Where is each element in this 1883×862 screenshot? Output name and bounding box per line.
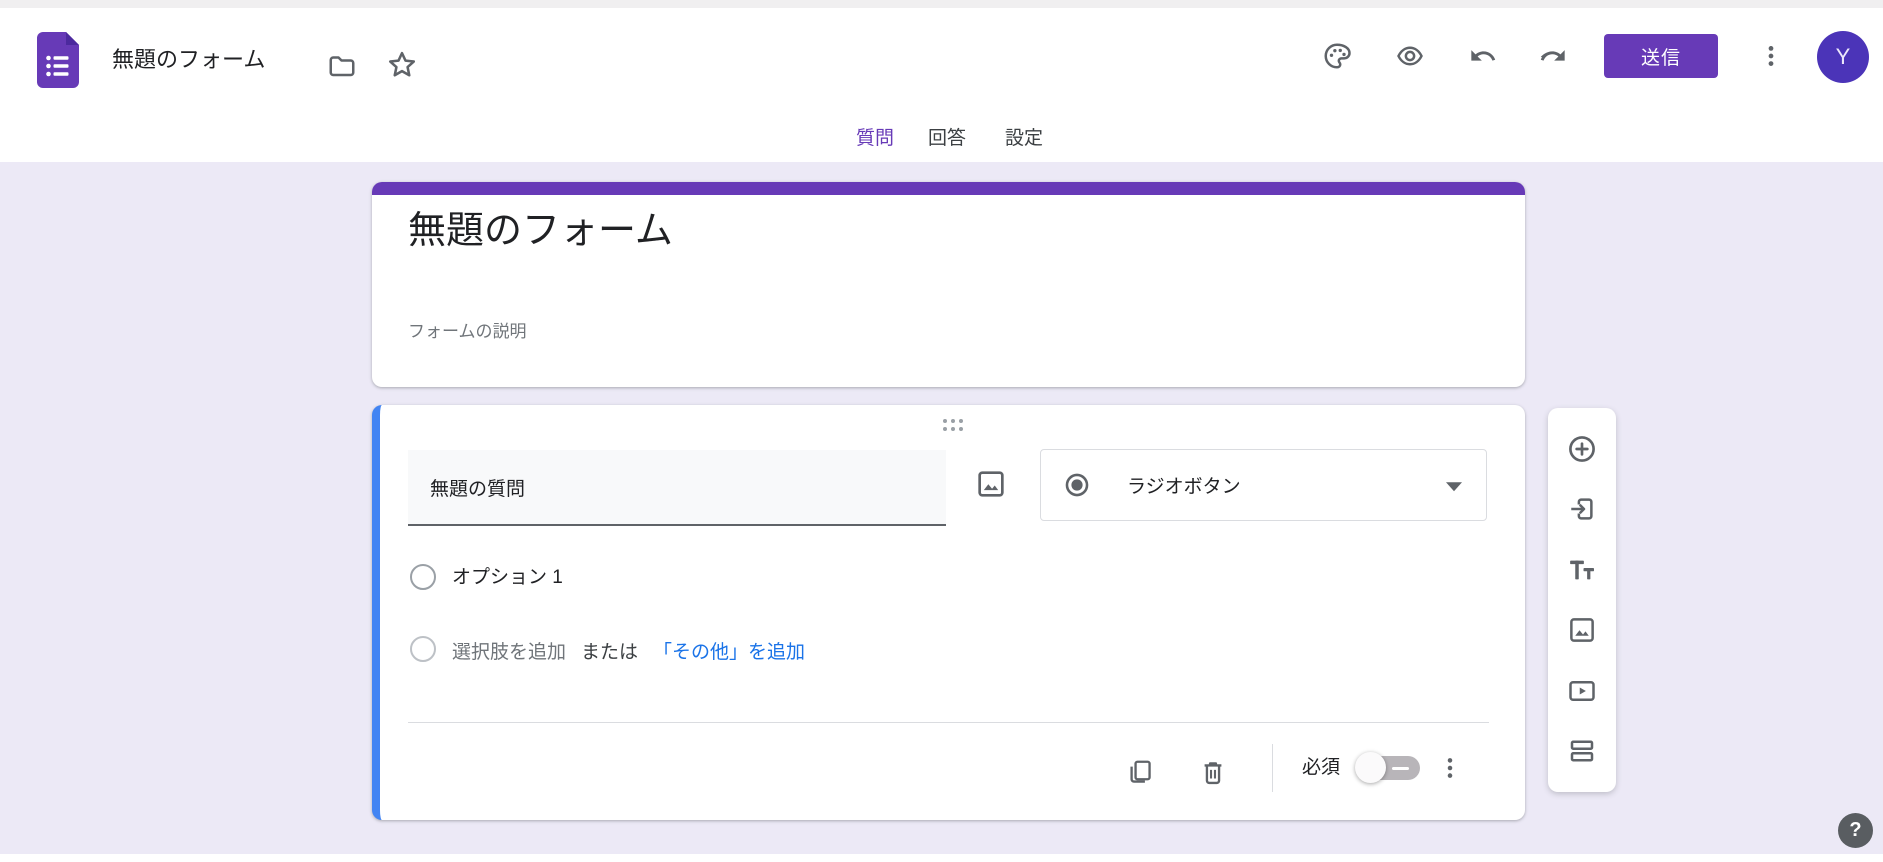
send-button[interactable]: 送信 [1604, 34, 1718, 78]
preview-button[interactable] [1386, 32, 1434, 80]
add-video-button[interactable] [1562, 671, 1602, 711]
form-description-field[interactable]: フォームの説明 [408, 320, 527, 344]
add-image-button[interactable] [1562, 610, 1602, 650]
eye-icon [1395, 41, 1425, 71]
required-toggle[interactable] [1362, 756, 1422, 780]
import-questions-button[interactable] [1562, 489, 1602, 529]
dropdown-caret-icon [1446, 482, 1462, 491]
tab-questions[interactable]: 質問 [856, 122, 894, 156]
add-video-icon [1567, 676, 1597, 706]
toggle-track-dash [1392, 767, 1409, 770]
add-section-icon [1567, 736, 1597, 766]
question-type-dropdown[interactable]: ラジオボタン [1040, 449, 1487, 521]
add-question-button[interactable] [1562, 429, 1602, 469]
customize-theme-button[interactable] [1313, 32, 1361, 80]
question-type-label: ラジオボタン [1127, 472, 1241, 499]
required-label: 必須 [1302, 755, 1340, 781]
radio-button-checked-icon [1063, 471, 1091, 499]
add-section-button[interactable] [1562, 731, 1602, 771]
option1-label[interactable]: オプション 1 [452, 565, 563, 591]
add-image-icon [1567, 615, 1597, 645]
question-more-options-button[interactable] [1427, 745, 1473, 791]
question-title-input[interactable]: 無題の質問 [408, 450, 946, 526]
folder-icon [327, 51, 357, 81]
image-icon [975, 468, 1007, 500]
trash-icon [1199, 758, 1227, 786]
account-avatar[interactable]: Y [1817, 31, 1869, 83]
add-title-button[interactable] [1562, 550, 1602, 590]
add-option-text[interactable]: 選択肢を追加 [452, 637, 566, 664]
tab-answers[interactable]: 回答 [928, 122, 966, 156]
kebab-menu-icon [1437, 755, 1463, 781]
app-bar: 無題のフォーム [0, 8, 1883, 162]
delete-question-button[interactable] [1190, 749, 1236, 795]
redo-button[interactable] [1529, 32, 1577, 80]
undo-button[interactable] [1459, 32, 1507, 80]
add-question-icon [1566, 433, 1598, 465]
document-title[interactable]: 無題のフォーム [112, 46, 265, 74]
question-footer-divider [408, 722, 1489, 723]
option1-radio-circle[interactable] [410, 564, 436, 590]
question-card[interactable]: 無題の質問 ラジオボタン オプション 1 選択肢を追加 または 「その他」を追加 [372, 405, 1525, 820]
star-icon [385, 48, 419, 82]
redo-icon [1539, 42, 1567, 70]
form-theme-color-bar [372, 182, 1525, 195]
add-question-image-button[interactable] [971, 464, 1011, 504]
add-option-row: 選択肢を追加 または 「その他」を追加 [452, 637, 805, 663]
side-toolbar [1548, 408, 1616, 792]
move-folder-button[interactable] [320, 44, 364, 88]
form-header-card[interactable]: 無題のフォーム フォームの説明 [372, 182, 1525, 387]
forms-logo-icon[interactable] [36, 32, 80, 88]
import-questions-icon [1567, 494, 1597, 524]
tab-settings[interactable]: 設定 [1005, 122, 1043, 156]
copy-icon [1126, 758, 1154, 786]
toggle-thumb[interactable] [1355, 752, 1386, 783]
window-top-strip [0, 0, 1883, 8]
or-text: または [581, 637, 638, 664]
star-button[interactable] [378, 41, 426, 89]
footer-vertical-divider [1272, 744, 1273, 792]
drag-handle-icon[interactable] [943, 419, 963, 431]
help-button[interactable]: ? [1838, 813, 1873, 848]
undo-icon [1469, 42, 1497, 70]
add-other-link[interactable]: 「その他」を追加 [653, 637, 805, 664]
palette-icon [1322, 41, 1352, 71]
add-option-radio-circle [410, 636, 436, 662]
add-title-icon [1567, 555, 1597, 585]
more-options-button[interactable] [1748, 33, 1794, 79]
duplicate-question-button[interactable] [1117, 749, 1163, 795]
kebab-menu-icon [1758, 43, 1784, 69]
form-title-field[interactable]: 無題のフォーム [408, 208, 673, 254]
